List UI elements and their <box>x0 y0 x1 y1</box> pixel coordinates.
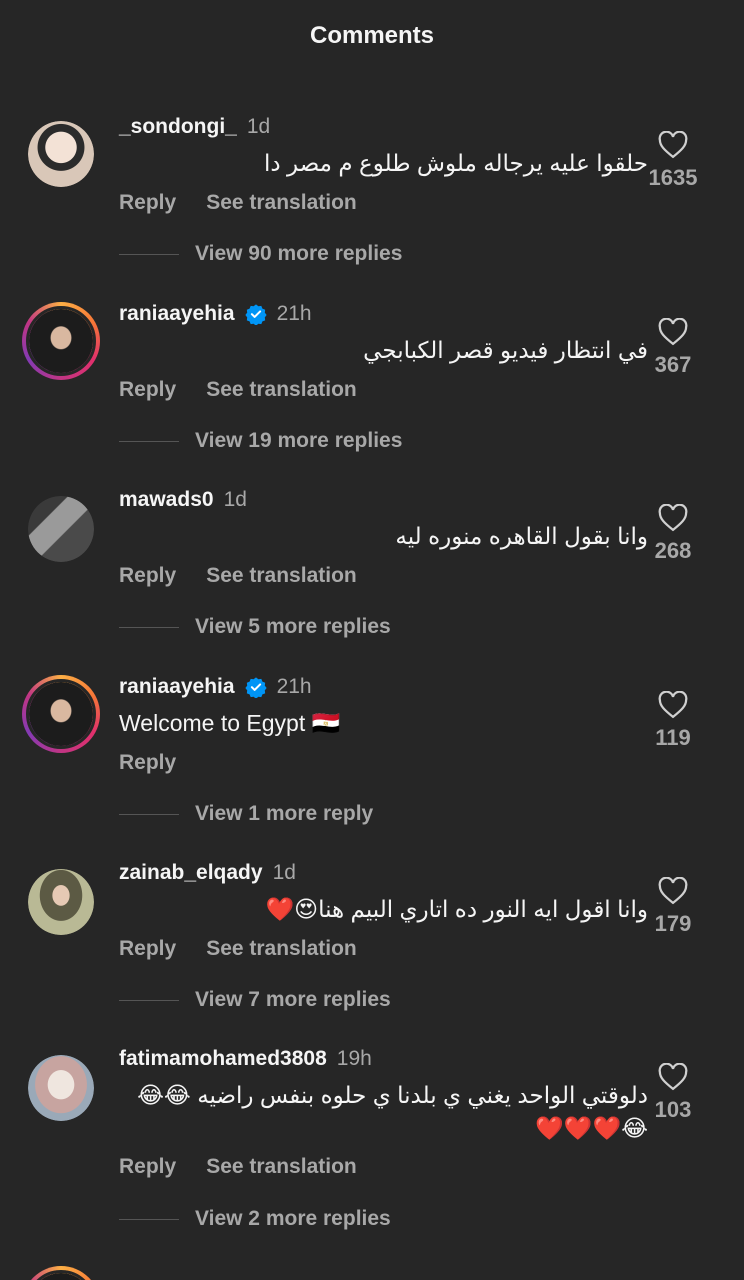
like-control[interactable]: 119 <box>638 691 708 751</box>
verified-badge-icon <box>244 304 267 325</box>
comment-text: حلقوا عليه يرجاله ملوش طلوع م مصر دا <box>264 150 648 176</box>
divider <box>119 1218 179 1220</box>
username[interactable]: fatimamohamed3808 <box>119 1047 327 1071</box>
divider <box>119 813 179 815</box>
view-replies-button[interactable]: View 19 more replies <box>119 429 402 453</box>
reply-button[interactable]: Reply <box>119 937 176 961</box>
like-count: 179 <box>654 911 692 936</box>
verified-badge-icon <box>244 677 267 698</box>
comment-actions: Reply See translation <box>119 1155 357 1179</box>
avatar[interactable] <box>28 121 94 187</box>
view-replies-label: View 7 more replies <box>195 988 391 1011</box>
reply-button[interactable]: Reply <box>119 1155 176 1179</box>
comment-actions: Reply See translation <box>119 937 357 961</box>
username[interactable]: _sondongi_ <box>119 115 237 139</box>
see-translation-button[interactable]: See translation <box>206 937 357 961</box>
comment-meta: mawads0 1d <box>119 486 247 514</box>
avatar[interactable] <box>28 1055 94 1121</box>
like-count: 367 <box>654 352 692 377</box>
avatar-story-ring[interactable] <box>22 1266 100 1280</box>
divider <box>119 626 179 628</box>
like-count: 1635 <box>648 165 698 190</box>
username[interactable]: raniaayehia <box>119 675 235 699</box>
comment-text: وانا اقول ايه النور ده اتاري البيم هنا😍❤… <box>265 896 648 922</box>
comment-actions: Reply See translation <box>119 378 357 402</box>
comment-text: وانا بقول القاهره منوره ليه <box>395 523 648 549</box>
view-replies-label: View 5 more replies <box>195 615 391 638</box>
comment-actions: Reply See translation <box>119 564 357 588</box>
view-replies-label: View 2 more replies <box>195 1207 391 1230</box>
comment-meta: raniaayehia 21h <box>119 300 312 328</box>
like-control[interactable]: 268 <box>638 504 708 564</box>
comment-text: دلوقتي الواحد يغني ي بلدنا ي حلوه بنفس ر… <box>137 1082 648 1141</box>
timestamp: 1d <box>246 115 271 138</box>
comments-header: Comments <box>0 0 744 80</box>
comment-meta: _sondongi_ 1d <box>119 113 270 141</box>
view-replies-button[interactable]: View 5 more replies <box>119 615 391 639</box>
page-title: Comments <box>309 22 435 49</box>
comment-meta: zainab_elqady 1d <box>119 859 296 887</box>
divider <box>119 253 179 255</box>
like-count: 103 <box>654 1097 692 1122</box>
see-translation-button[interactable]: See translation <box>206 191 357 215</box>
like-control[interactable]: 103 <box>638 1063 708 1123</box>
reply-button[interactable]: Reply <box>119 751 176 775</box>
like-control[interactable]: 1635 <box>638 131 708 191</box>
timestamp: 19h <box>336 1047 372 1070</box>
timestamp: 21h <box>276 302 312 325</box>
heart-outline-icon[interactable] <box>658 318 688 346</box>
view-replies-button[interactable]: View 1 more reply <box>119 802 373 826</box>
comment-actions: Reply <box>119 751 176 775</box>
see-translation-button[interactable]: See translation <box>206 378 357 402</box>
heart-outline-icon[interactable] <box>658 1063 688 1091</box>
heart-outline-icon[interactable] <box>658 691 688 719</box>
comment-text: Welcome to Egypt 🇪🇬 <box>119 710 341 736</box>
avatar[interactable] <box>28 496 94 562</box>
username[interactable]: zainab_elqady <box>119 861 263 885</box>
divider <box>119 440 179 442</box>
view-replies-label: View 19 more replies <box>195 429 403 452</box>
like-count: 268 <box>654 538 692 563</box>
like-count: 119 <box>655 725 691 750</box>
view-replies-label: View 90 more replies <box>195 242 403 265</box>
heart-outline-icon[interactable] <box>658 504 688 532</box>
heart-outline-icon[interactable] <box>658 131 688 159</box>
see-translation-button[interactable]: See translation <box>206 1155 357 1179</box>
timestamp: 1d <box>223 488 247 511</box>
avatar-story-ring[interactable] <box>22 302 100 380</box>
reply-button[interactable]: Reply <box>119 378 176 402</box>
divider <box>119 999 179 1001</box>
reply-button[interactable]: Reply <box>119 564 176 588</box>
like-control[interactable]: 179 <box>638 877 708 937</box>
username[interactable]: raniaayehia <box>119 302 235 326</box>
comment-actions: Reply See translation <box>119 191 357 215</box>
timestamp: 1d <box>272 861 296 884</box>
username[interactable]: mawads0 <box>119 488 214 512</box>
see-translation-button[interactable]: See translation <box>206 564 357 588</box>
avatar-story-ring[interactable] <box>22 675 100 753</box>
comment-meta: raniaayehia 21h <box>119 673 312 701</box>
view-replies-button[interactable]: View 90 more replies <box>119 242 402 266</box>
timestamp: 21h <box>276 675 312 698</box>
like-control[interactable]: 367 <box>638 318 708 378</box>
heart-outline-icon[interactable] <box>658 877 688 905</box>
comment-text: في انتظار فيديو قصر الكبابجي <box>363 337 648 363</box>
reply-button[interactable]: Reply <box>119 191 176 215</box>
comment-meta: fatimamohamed3808 19h <box>119 1045 372 1073</box>
view-replies-button[interactable]: View 2 more replies <box>119 1207 391 1231</box>
comment-item-partial <box>0 1262 744 1280</box>
view-replies-label: View 1 more reply <box>195 802 374 825</box>
avatar[interactable] <box>28 869 94 935</box>
view-replies-button[interactable]: View 7 more replies <box>119 988 391 1012</box>
